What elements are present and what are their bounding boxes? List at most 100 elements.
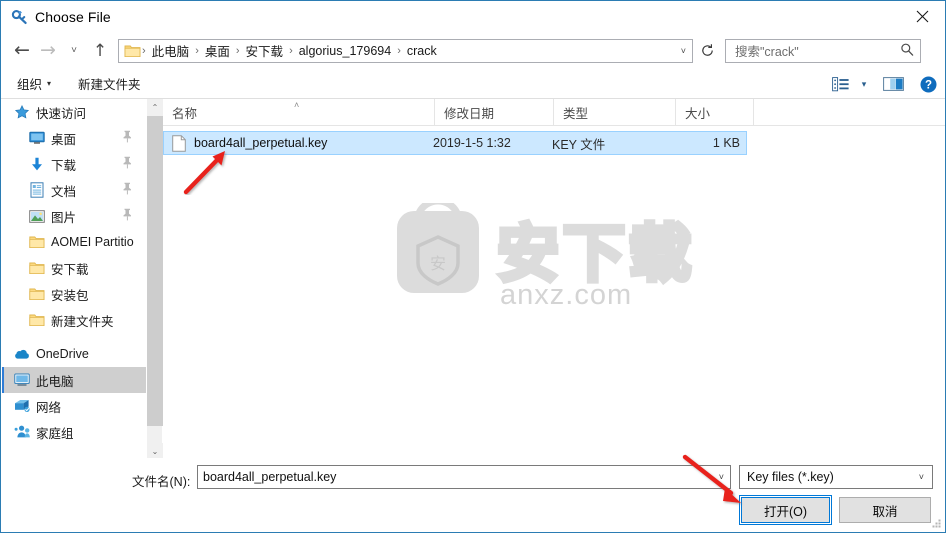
thispc-icon [13,372,30,388]
pin-icon[interactable] [122,130,133,146]
list-view-icon [831,76,849,91]
resize-grip[interactable] [930,517,942,529]
homegroup-icon [13,424,30,440]
back-button[interactable]: ← [9,38,35,64]
address-dropdown-icon[interactable]: ˅ [681,46,686,56]
up-arrow-icon: ↑ [92,40,108,61]
sidebar-item-label: 桌面 [51,132,77,147]
forward-button[interactable]: → [35,38,61,64]
star-pin-icon [13,104,30,120]
key-icon [11,8,29,26]
help-icon: ? [920,76,936,92]
up-button[interactable]: ↑ [87,38,113,64]
back-arrow-icon: ← [14,39,30,61]
chevron-down-icon[interactable]: ˅ [719,472,724,482]
column-header-label: 名称 [172,106,198,121]
column-header-type[interactable]: 类型 [553,99,675,125]
scroll-up-button[interactable]: ⌃ [147,99,163,116]
view-mode-dropdown[interactable]: ▾ [853,71,875,97]
sidebar-item-this-pc[interactable]: 此电脑 [2,367,146,393]
onedrive-icon [13,346,30,362]
file-type-cell: KEY 文件 [552,137,606,152]
choose-file-dialog: Choose File ← → ˅ ↑ › 此电脑 › 桌面 › 安下载 › a… [0,0,946,533]
table-row[interactable]: board4all_perpetual.key 2019-1-5 1:32 KE… [163,131,747,155]
column-header-label: 大小 [685,106,711,121]
filename-label: 文件名(N): [132,475,191,489]
chevron-down-icon: ▾ [861,78,867,89]
open-button-label: 打开(O) [763,504,808,519]
refresh-icon [701,44,713,56]
svg-text:anxz.com: anxz.com [500,279,632,308]
sidebar-item-new-folder[interactable]: 新建文件夹 [2,307,146,333]
help-button[interactable]: ? [911,71,945,97]
address-bar[interactable]: › 此电脑 › 桌面 › 安下载 › algorius_179694 › cra… [118,38,693,63]
filename-value: board4all_perpetual.key [203,470,337,484]
forward-arrow-icon: → [40,39,56,61]
site-watermark: 安 安下载 anxz.com [369,197,724,311]
sidebar-item-label: 快速访问 [36,106,87,121]
sidebar-item-install-packages[interactable]: 安装包 [2,281,146,307]
sidebar-scrollbar[interactable]: ⌃ ⌄ [146,99,163,460]
search-input[interactable]: 搜索"crack" [725,38,921,63]
view-mode-button[interactable] [827,71,853,97]
chevron-down-icon: ▾ [47,79,52,88]
cancel-button-label: 取消 [872,504,898,519]
pin-icon[interactable] [122,182,133,198]
navigation-sidebar[interactable]: 快速访问 桌面 下载 文档 图片 AOMEI Partitio 安下载 安装包 … [2,99,146,460]
sidebar-item-label: 家庭组 [36,426,74,441]
sidebar-item-anxiazai[interactable]: 安下载 [2,255,146,281]
breadcrumb-item-0[interactable]: 此电脑 [147,41,195,60]
sidebar-item-label: 此电脑 [36,374,74,389]
cancel-button[interactable]: 取消 [839,497,931,523]
column-header-size[interactable]: 大小 [675,99,753,125]
documents-icon [28,182,45,198]
file-type-filter-select[interactable]: Key files (*.key) ˅ [739,465,933,489]
filename-input[interactable]: board4all_perpetual.key ˅ [197,465,731,489]
breadcrumb-item-2[interactable]: 安下载 [241,41,289,60]
open-button[interactable]: 打开(O) [739,495,832,525]
file-type-filter-value: Key files (*.key) [747,470,834,484]
file-size-cell: 1 KB [712,136,740,150]
pin-icon[interactable] [122,156,133,172]
sidebar-item-onedrive[interactable]: OneDrive [2,341,146,367]
sidebar-item-documents[interactable]: 文档 [2,177,146,203]
recent-locations-button[interactable]: ˅ [61,38,87,64]
sidebar-item-pictures[interactable]: 图片 [2,203,146,229]
folder-icon [28,260,45,276]
preview-pane-icon [882,77,904,91]
breadcrumb-item-1[interactable]: 桌面 [200,41,235,60]
close-button[interactable] [899,1,945,31]
command-bar: 组织 ▾ 新建文件夹 ▾ ? [1,69,945,99]
sidebar-item-desktop[interactable]: 桌面 [2,125,146,151]
chevron-down-icon: ˅ [71,45,77,56]
sidebar-item-downloads[interactable]: 下载 [2,151,146,177]
sidebar-item-aomei-partition[interactable]: AOMEI Partitio [2,229,146,255]
preview-pane-button[interactable] [875,71,911,97]
sidebar-item-label: 下载 [51,158,77,173]
file-modified-cell: 2019-1-5 1:32 [433,136,511,150]
new-folder-label: 新建文件夹 [78,78,141,92]
folder-icon [28,286,45,302]
sidebar-item-homegroup[interactable]: 家庭组 [2,419,146,445]
scrollbar-thumb[interactable] [147,116,163,426]
column-header-label: 类型 [563,106,589,121]
file-list-pane[interactable]: 安 安下载 anxz.com 名称 ˄ 修改日期 类型 大小 board4all… [163,99,945,460]
network-icon [13,398,30,414]
window-title: Choose File [35,8,111,25]
column-header-modified[interactable]: 修改日期 [434,99,553,125]
download-icon [28,156,45,172]
column-header-name[interactable]: 名称 ˄ [163,99,434,125]
pin-icon[interactable] [122,208,133,224]
close-icon [916,10,928,22]
sidebar-item-quick-access[interactable]: 快速访问 [2,99,146,125]
new-folder-button[interactable]: 新建文件夹 [78,74,141,93]
sidebar-item-label: 安下载 [51,262,89,277]
refresh-button[interactable] [695,39,719,63]
search-icon [900,42,914,59]
search-placeholder: 搜索"crack" [735,45,799,59]
organize-button[interactable]: 组织 ▾ [17,74,51,93]
breadcrumb-item-3[interactable]: algorius_179694 [294,44,396,58]
file-list-header: 名称 ˄ 修改日期 类型 大小 [163,99,945,126]
breadcrumb-item-4[interactable]: crack [402,44,442,58]
sidebar-item-network[interactable]: 网络 [2,393,146,419]
